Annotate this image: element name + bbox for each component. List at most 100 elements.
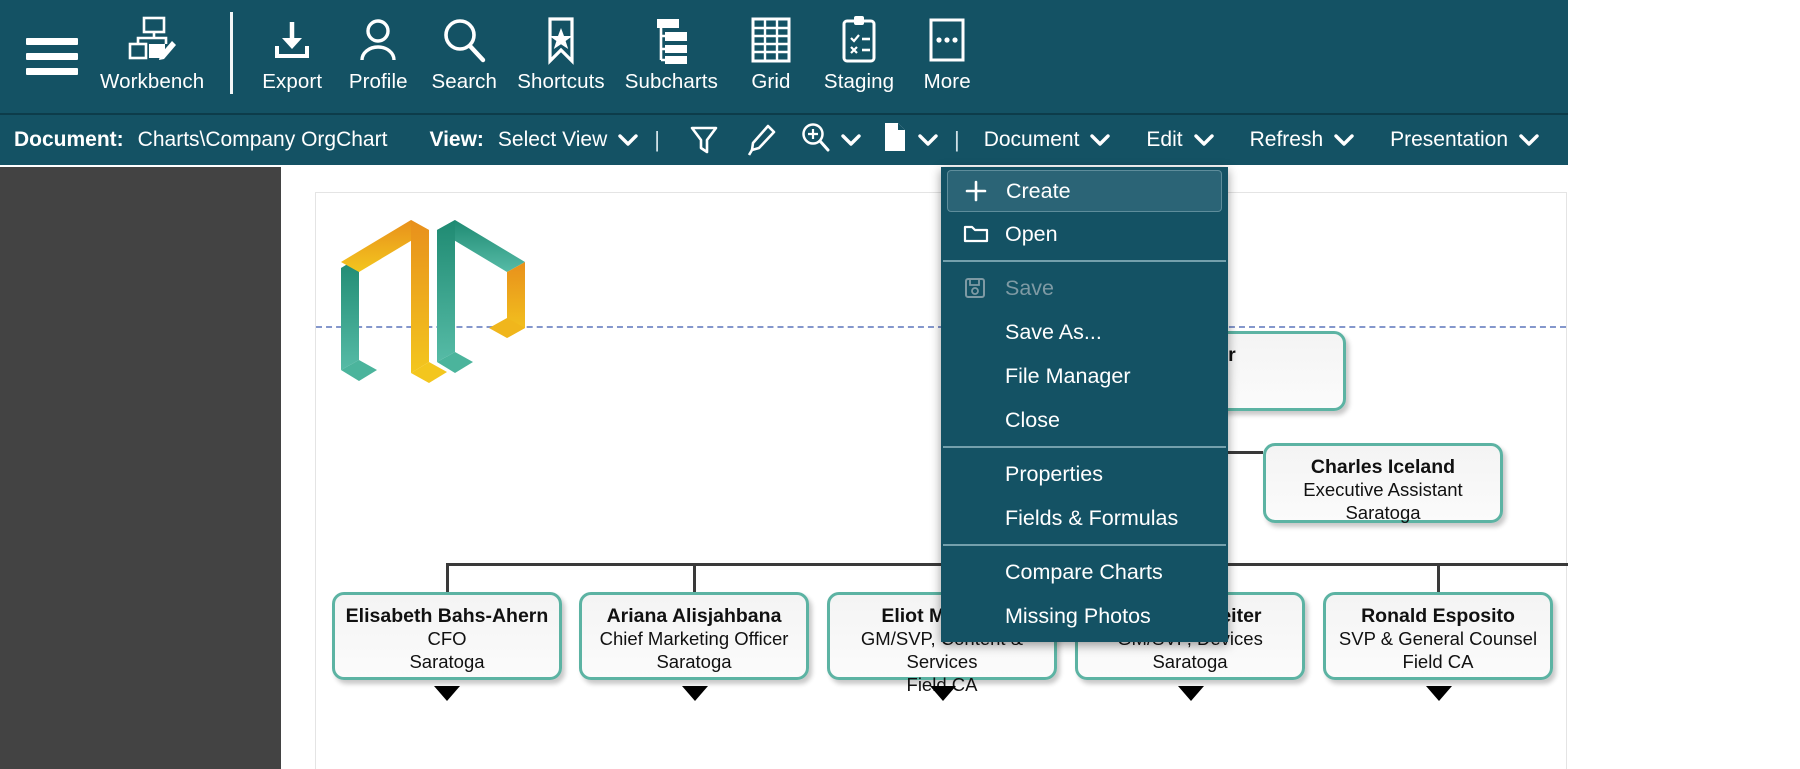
ribbon-label: Staging xyxy=(823,69,895,93)
chevron-down-icon xyxy=(618,128,638,152)
page-document-icon xyxy=(883,122,907,158)
node-expand-arrow[interactable] xyxy=(434,686,460,701)
highlighter-pen-icon[interactable] xyxy=(746,124,776,156)
plus-icon xyxy=(964,179,1006,203)
ribbon-label: Shortcuts xyxy=(517,69,605,93)
document-dropdown-menu[interactable]: Create Open Save Save As... File Manager… xyxy=(941,167,1228,642)
chevron-down-icon xyxy=(1090,128,1111,152)
filter-funnel-icon[interactable] xyxy=(690,125,718,155)
node-title: SVP & General Counsel xyxy=(1338,628,1538,650)
chevron-down-icon xyxy=(1334,128,1354,152)
node-expand-arrow[interactable] xyxy=(1178,686,1204,701)
menu-edit[interactable]: Edit xyxy=(1146,128,1214,152)
menu-item-label: File Manager xyxy=(1005,363,1131,388)
node-location: Saratoga xyxy=(1152,650,1228,672)
node-title: Executive Assistant xyxy=(1303,479,1463,501)
node-title: Chief Marketing Officer xyxy=(599,628,789,650)
menu-divider xyxy=(943,260,1226,262)
app-root: Workbench Export Profile Search Shortcut… xyxy=(0,0,1800,769)
menu-item-label: Save xyxy=(1005,275,1055,300)
ribbon-label: Grid xyxy=(751,69,791,93)
folder-open-icon xyxy=(963,223,1005,245)
menu-item-label: Properties xyxy=(1005,461,1103,486)
right-blank-area xyxy=(1568,0,1800,769)
chevron-down-icon xyxy=(918,128,938,152)
company-logo xyxy=(333,210,533,385)
node-report[interactable]: Ronald Esposito SVP & General Counsel Fi… xyxy=(1323,592,1553,680)
document-path-value[interactable]: Charts\Company OrgChart xyxy=(138,128,388,152)
connector-drop-2 xyxy=(693,563,696,593)
document-toolbar: Document: Charts\Company OrgChart View: … xyxy=(0,113,1800,165)
menu-item-label: Compare Charts xyxy=(1005,559,1163,584)
menu-item-close[interactable]: Close xyxy=(941,398,1228,442)
ribbon-label: Workbench xyxy=(100,69,205,93)
node-expand-arrow[interactable] xyxy=(682,686,708,701)
menu-item-label: Fields & Formulas xyxy=(1005,505,1179,530)
ribbon-button-profile[interactable]: Profile xyxy=(335,0,421,113)
subcharts-hierarchy-icon xyxy=(647,12,695,68)
menu-item-open[interactable]: Open xyxy=(941,212,1228,256)
menu-item-file-manager[interactable]: File Manager xyxy=(941,354,1228,398)
more-ellipsis-icon xyxy=(925,12,969,68)
node-location: Field CA xyxy=(1402,650,1474,672)
menu-presentation[interactable]: Presentation xyxy=(1390,128,1539,152)
bookmark-star-icon xyxy=(537,12,585,68)
page-layout-control[interactable] xyxy=(883,122,938,158)
staging-clipboard-icon xyxy=(837,12,881,68)
menu-presentation-label: Presentation xyxy=(1390,128,1509,151)
connector-drop-1 xyxy=(446,563,449,593)
menu-document-label: Document xyxy=(983,128,1080,151)
ribbon-button-subcharts[interactable]: Subcharts xyxy=(615,0,728,113)
workbench-icon xyxy=(126,12,178,68)
menu-item-label: Create xyxy=(1006,178,1071,203)
ribbon-label: Subcharts xyxy=(624,69,718,93)
view-selected-value: Select View xyxy=(497,128,608,151)
menu-item-label: Save As... xyxy=(1005,319,1102,344)
hamburger-menu-button[interactable] xyxy=(14,0,90,113)
connector-drop-5 xyxy=(1437,563,1440,593)
menu-item-fields-formulas[interactable]: Fields & Formulas xyxy=(941,496,1228,540)
menu-item-missing-photos[interactable]: Missing Photos xyxy=(941,594,1228,638)
main-ribbon-toolbar: Workbench Export Profile Search Shortcut… xyxy=(0,0,1800,113)
ribbon-button-workbench[interactable]: Workbench xyxy=(90,0,214,113)
node-assistant[interactable]: Charles Iceland Executive Assistant Sara… xyxy=(1263,443,1503,523)
profile-person-icon xyxy=(354,12,402,68)
menu-item-save: Save xyxy=(941,266,1228,310)
menu-item-create[interactable]: Create xyxy=(947,170,1222,212)
ribbon-button-search[interactable]: Search xyxy=(421,0,507,113)
node-report[interactable]: Elisabeth Bahs-Ahern CFO Saratoga xyxy=(332,592,562,680)
chart-canvas[interactable]: or Charles Iceland Executive Assistant S… xyxy=(281,167,1568,769)
node-expand-arrow[interactable] xyxy=(930,686,956,701)
ribbon-button-shortcuts[interactable]: Shortcuts xyxy=(507,0,615,113)
chevron-down-icon xyxy=(1519,128,1539,152)
ribbon-button-grid[interactable]: Grid xyxy=(728,0,814,113)
ribbon-button-staging[interactable]: Staging xyxy=(814,0,904,113)
menu-item-label: Open xyxy=(1005,221,1058,246)
menu-refresh[interactable]: Refresh xyxy=(1250,128,1355,152)
ribbon-button-more[interactable]: More xyxy=(904,0,990,113)
export-download-icon xyxy=(268,12,316,68)
menu-document[interactable]: Document xyxy=(984,128,1111,152)
node-name: Charles Iceland xyxy=(1310,456,1456,478)
chevron-down-icon xyxy=(841,128,861,152)
chevron-down-icon xyxy=(1193,128,1214,152)
node-location: Saratoga xyxy=(1345,501,1421,523)
node-name: Ronald Esposito xyxy=(1361,605,1515,627)
menu-item-label: Missing Photos xyxy=(1005,603,1151,628)
left-side-panel[interactable] xyxy=(0,167,281,769)
menu-item-properties[interactable]: Properties xyxy=(941,452,1228,496)
ribbon-button-export[interactable]: Export xyxy=(249,0,335,113)
node-report[interactable]: Ariana Alisjahbana Chief Marketing Offic… xyxy=(579,592,809,680)
search-magnifier-icon xyxy=(440,12,488,68)
node-location: Saratoga xyxy=(656,650,732,672)
menu-item-compare-charts[interactable]: Compare Charts xyxy=(941,550,1228,594)
node-expand-arrow[interactable] xyxy=(1426,686,1452,701)
zoom-control[interactable] xyxy=(800,122,861,158)
ribbon-divider xyxy=(230,12,234,94)
ribbon-label: Export xyxy=(262,69,323,93)
hamburger-icon xyxy=(26,30,78,83)
menu-item-save-as[interactable]: Save As... xyxy=(941,310,1228,354)
toolbar-separator-2: | xyxy=(953,127,960,152)
view-selector[interactable]: Select View xyxy=(498,128,638,152)
ribbon-label: Profile xyxy=(348,69,408,93)
